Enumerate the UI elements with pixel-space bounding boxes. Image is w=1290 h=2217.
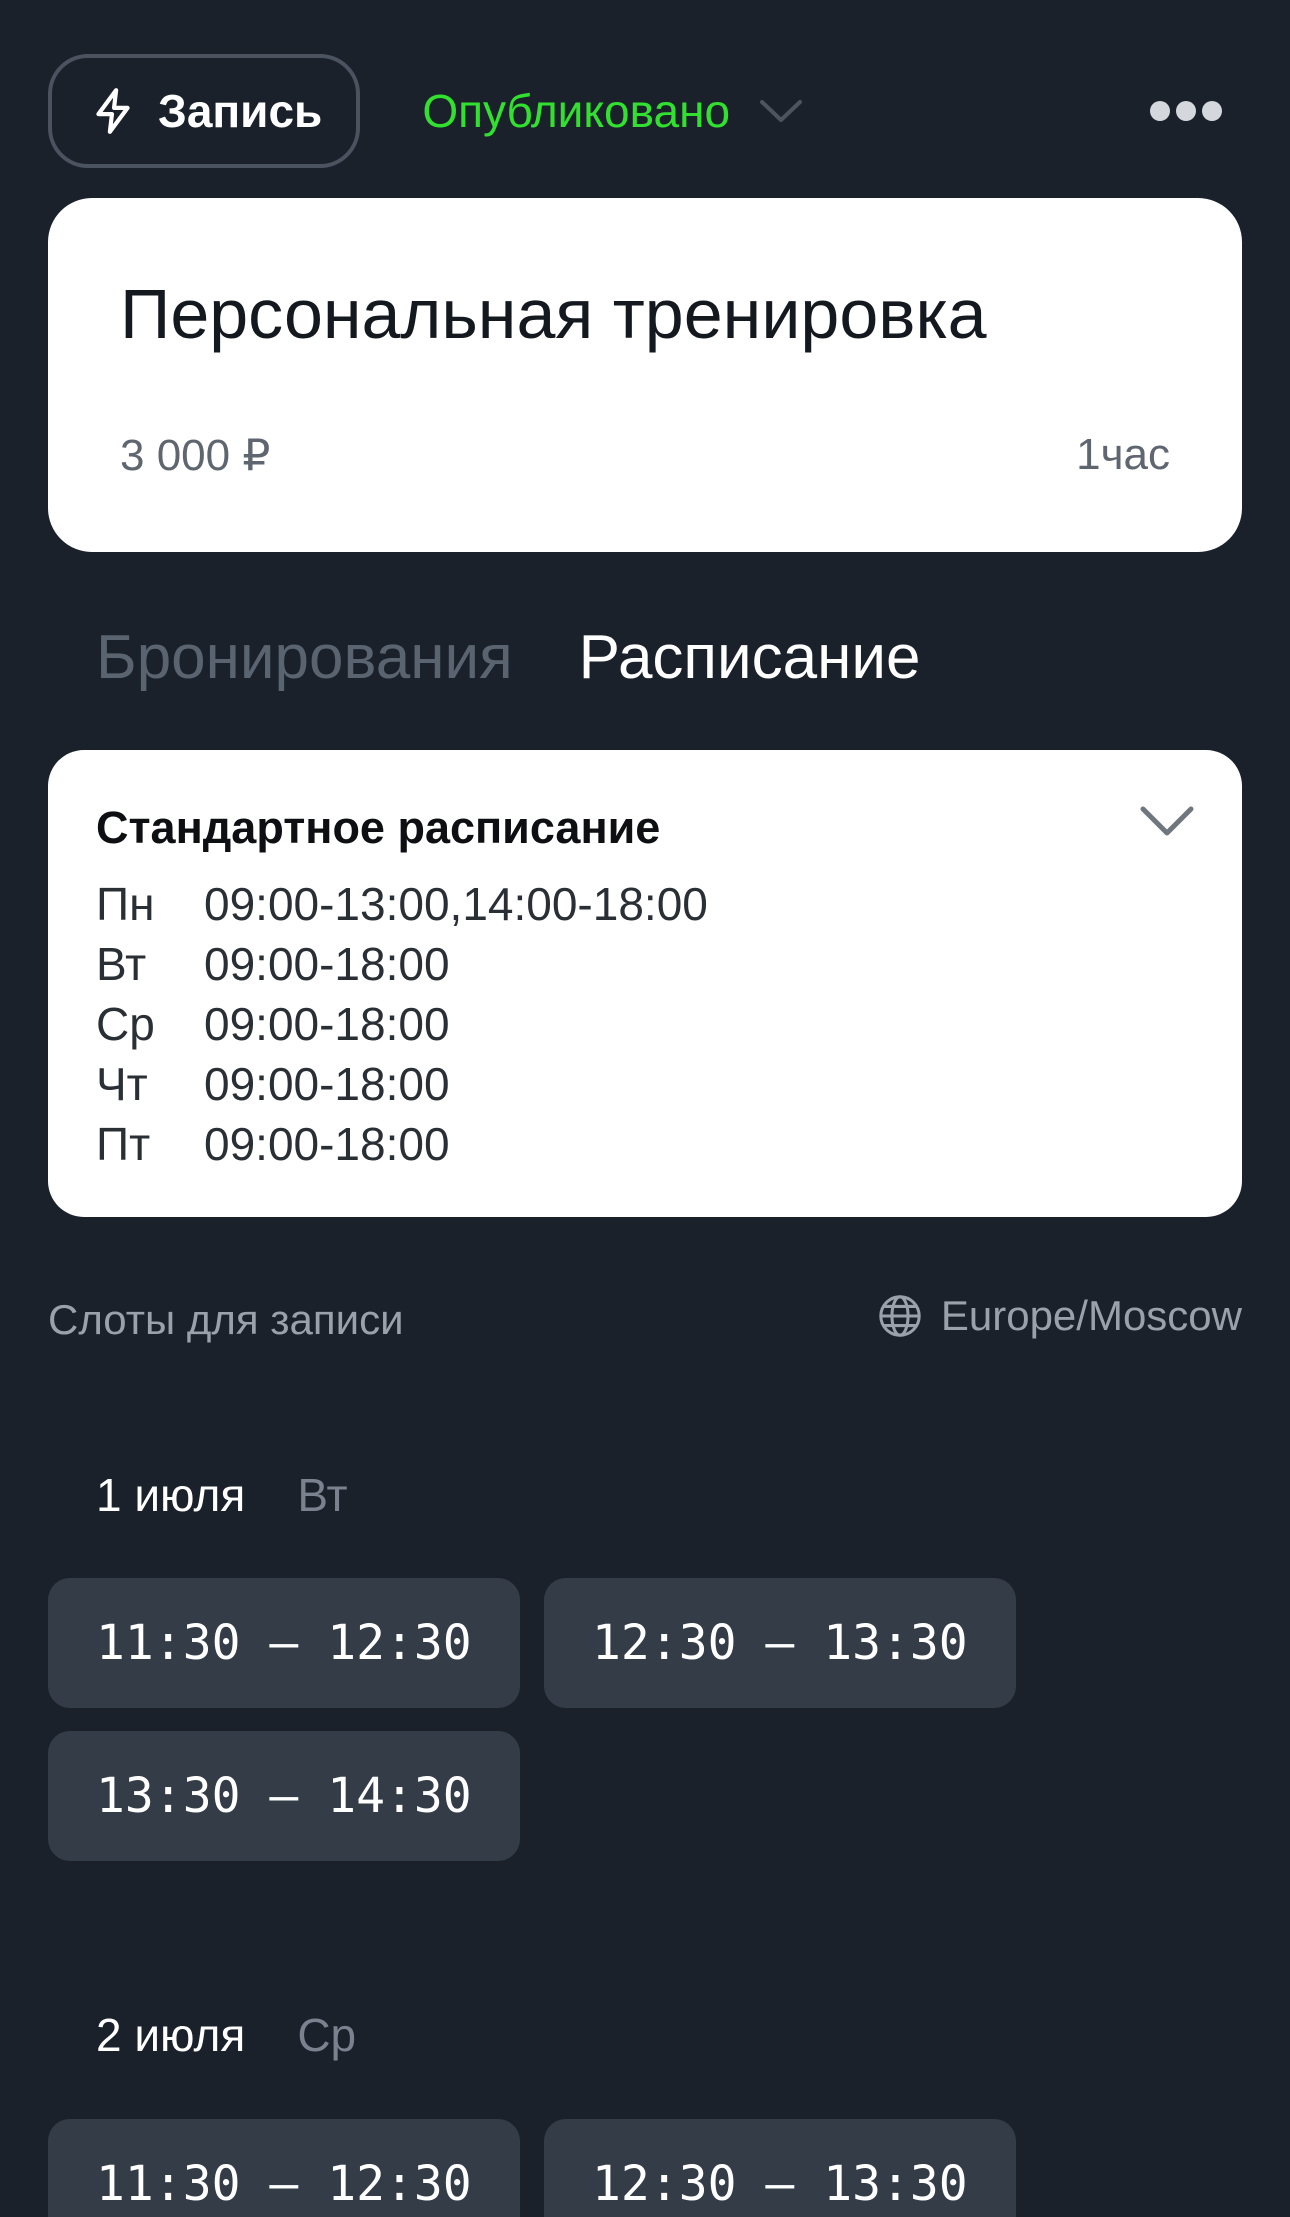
chevron-down-icon [758, 97, 804, 125]
schedule-day: Ср [96, 998, 155, 1050]
schedule-row: Чт 09:00-18:00 [96, 1054, 708, 1114]
chevron-down-icon[interactable] [1138, 802, 1196, 840]
day-header: 2 июля Ср [96, 2008, 356, 2062]
page: Запись Опубликовано Персональная трениро… [0, 0, 1290, 2217]
day-weekday: Ср [297, 2009, 357, 2061]
service-duration: 1час [1076, 430, 1170, 479]
service-title: Персональная тренировка [120, 275, 987, 353]
service-price: 3 000 ₽ [120, 431, 271, 480]
time-slot[interactable]: 11:30 – 12:30 [48, 1578, 520, 1708]
top-bar: Запись Опубликовано [48, 54, 1242, 168]
schedule-row: Пн 09:00-13:00,14:00-18:00 [96, 874, 708, 934]
time-slot[interactable]: 12:30 – 13:30 [544, 1578, 1016, 1708]
day-date: 2 июля [96, 2009, 246, 2061]
schedule-rows: Пн 09:00-13:00,14:00-18:00 Вт 09:00-18:0… [96, 874, 708, 1174]
service-card[interactable]: Персональная тренировка 3 000 ₽ 1час [48, 198, 1242, 552]
slots-label: Слоты для записи [48, 1296, 404, 1343]
more-dot [1202, 101, 1222, 121]
globe-icon [877, 1293, 923, 1339]
schedule-hours: 09:00-18:00 [204, 1118, 450, 1170]
schedule-day: Вт [96, 938, 147, 990]
schedule-day: Чт [96, 1058, 148, 1110]
publish-status-dropdown[interactable]: Опубликовано [422, 84, 804, 138]
publish-status-label: Опубликовано [422, 85, 731, 137]
lightning-icon [88, 86, 138, 136]
tab-schedule[interactable]: Расписание [579, 622, 921, 693]
schedule-day: Пн [96, 878, 155, 930]
schedule-row: Пт 09:00-18:00 [96, 1114, 708, 1174]
more-dot [1150, 101, 1170, 121]
schedule-hours: 09:00-18:00 [204, 938, 450, 990]
schedule-day: Пт [96, 1118, 151, 1170]
schedule-hours: 09:00-18:00 [204, 998, 450, 1050]
timezone-selector[interactable]: Europe/Moscow [877, 1292, 1242, 1340]
schedule-title: Стандартное расписание [96, 802, 661, 853]
schedule-hours: 09:00-18:00 [204, 1058, 450, 1110]
time-slot[interactable]: 11:30 – 12:30 [48, 2119, 520, 2217]
time-slot[interactable]: 12:30 – 13:30 [544, 2119, 1016, 2217]
day-date: 1 июля [96, 1469, 246, 1521]
record-button[interactable]: Запись [48, 54, 361, 168]
timezone-label: Europe/Moscow [940, 1292, 1242, 1339]
schedule-row: Вт 09:00-18:00 [96, 934, 708, 994]
tabs: Бронирования Расписание [96, 622, 920, 693]
schedule-card[interactable]: Стандартное расписание Пн 09:00-13:00,14… [48, 750, 1242, 1217]
schedule-hours: 09:00-13:00,14:00-18:00 [204, 878, 708, 930]
more-dot [1176, 101, 1196, 121]
more-icon[interactable] [1150, 91, 1222, 131]
tab-bookings[interactable]: Бронирования [96, 622, 513, 693]
record-button-label: Запись [158, 85, 323, 137]
time-slot[interactable]: 13:30 – 14:30 [48, 1731, 520, 1861]
schedule-row: Ср 09:00-18:00 [96, 994, 708, 1054]
day-weekday: Вт [297, 1469, 348, 1521]
day-header: 1 июля Вт [96, 1468, 348, 1522]
